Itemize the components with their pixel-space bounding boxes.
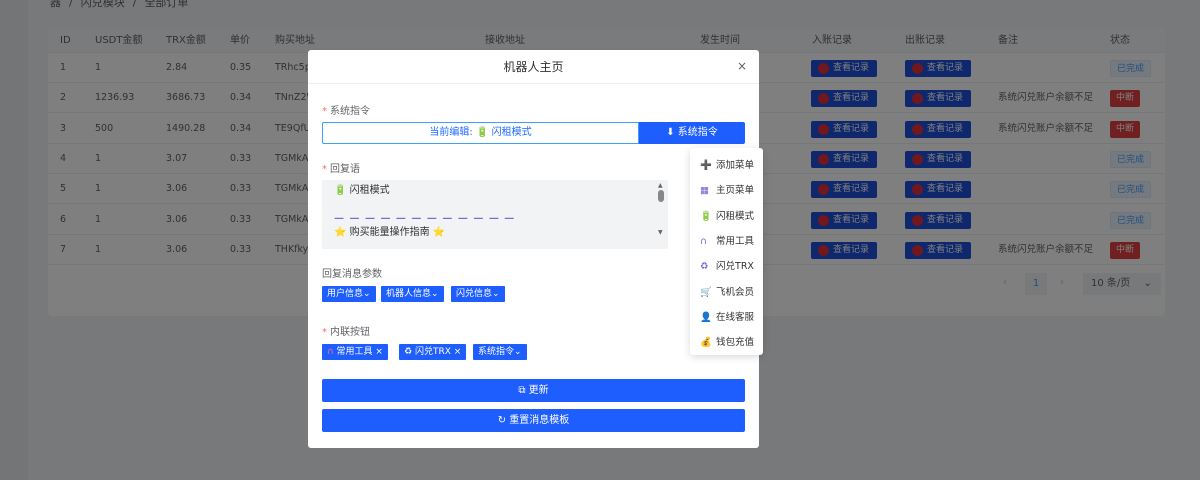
dropdown-item[interactable]: 💰 钱包充值 bbox=[700, 334, 754, 348]
close-icon[interactable]: × bbox=[454, 347, 462, 357]
menu-item-label: 闪租模式 bbox=[716, 210, 755, 222]
dropdown-item[interactable]: 🔋 闪租模式 bbox=[700, 208, 754, 222]
inline-buttons-label: * 内联按钮 bbox=[322, 327, 370, 338]
chevron-down-icon: ⌄ bbox=[363, 289, 371, 299]
button-label: 系统指令 bbox=[677, 127, 718, 138]
menu-item-label: 钱包充值 bbox=[716, 337, 755, 349]
param-swap-info[interactable]: 闪兑信息⌄ bbox=[451, 286, 505, 302]
chevron-down-icon: ⌄ bbox=[431, 289, 439, 299]
dropdown-item[interactable]: ∩ 常用工具 bbox=[700, 233, 754, 247]
param-user-info[interactable]: 用户信息⌄ bbox=[322, 286, 376, 302]
button-label: 重置消息模板 bbox=[509, 415, 570, 426]
menu-item-icon: 👤 bbox=[700, 311, 712, 323]
refresh-icon: ↻ bbox=[497, 415, 507, 426]
reply-textarea[interactable]: 🔋 闪租模式 — — — — — — — — — — — — ⭐ 购买能量操作指… bbox=[322, 180, 668, 249]
menu-item-label: 主页菜单 bbox=[716, 185, 755, 197]
reply-line: 🔋 闪租模式 bbox=[334, 185, 390, 196]
copy-icon: ⧉ bbox=[518, 385, 526, 396]
tag-label: 闪兑信息 bbox=[456, 289, 493, 299]
menu-item-icon: 💰 bbox=[700, 337, 712, 349]
chevron-down-icon: ⌄ bbox=[492, 289, 500, 299]
label-text: 内联按钮 bbox=[330, 327, 370, 338]
menu-item-icon: ➕ bbox=[700, 160, 712, 171]
reply-line: ⭐ 购买能量操作指南 ⭐ bbox=[334, 227, 446, 238]
menu-item-label: 飞机会员 bbox=[716, 286, 755, 298]
close-icon[interactable]: × bbox=[737, 59, 747, 73]
reset-template-button[interactable]: ↻ 重置消息模板 bbox=[322, 409, 745, 432]
textarea-scrollbar[interactable]: ▲ ▼ bbox=[658, 183, 666, 236]
inline-tag-tools[interactable]: ∩ 常用工具 × bbox=[322, 344, 388, 360]
label-text: 回复语 bbox=[330, 164, 360, 175]
arrow-down-icon: ⬇ bbox=[666, 127, 675, 138]
label-text: 系统指令 bbox=[330, 106, 370, 117]
sys-command-label: * 系统指令 bbox=[322, 106, 370, 117]
tag-label: 常用工具 bbox=[336, 347, 373, 357]
reply-divider: — — — — — — — — — — — — bbox=[334, 213, 516, 224]
menu-item-label: 添加菜单 bbox=[716, 160, 755, 171]
reply-label: * 回复语 bbox=[322, 164, 360, 175]
update-button[interactable]: ⧉ 更新 bbox=[322, 379, 745, 402]
tag-label: 机器人信息 bbox=[386, 289, 432, 299]
magnet-icon: ∩ bbox=[327, 347, 334, 357]
menu-item-label: 在线客服 bbox=[716, 311, 755, 323]
menu-item-icon: 🛒 bbox=[700, 286, 712, 298]
menu-item-label: 闪兑TRX bbox=[716, 261, 754, 273]
menu-item-icon: 🔋 bbox=[700, 210, 712, 222]
inline-tag-swap-trx[interactable]: ♻ 闪兑TRX × bbox=[399, 344, 467, 360]
menu-item-icon: ♻ bbox=[700, 261, 709, 273]
system-command-button[interactable]: ⬇ 系统指令 bbox=[639, 122, 745, 144]
inline-add-system-command[interactable]: 系统指令⌄ bbox=[473, 344, 527, 360]
menu-item-label: 常用工具 bbox=[716, 235, 755, 247]
chevron-down-icon: ⌄ bbox=[514, 347, 522, 357]
dialog-title: 机器人主页 bbox=[308, 50, 759, 84]
tag-label: 系统指令 bbox=[478, 347, 515, 357]
dropdown-item[interactable]: 👤 在线客服 bbox=[700, 309, 754, 323]
button-label: 更新 bbox=[528, 385, 549, 396]
recycle-icon: ♻ bbox=[404, 347, 413, 357]
dropdown-item[interactable]: ➕ 添加菜单 bbox=[700, 157, 754, 171]
close-icon[interactable]: × bbox=[375, 347, 383, 357]
menu-item-icon: ∩ bbox=[700, 235, 707, 247]
tag-label: 闪兑TRX bbox=[414, 347, 451, 357]
tag-label: 用户信息 bbox=[327, 289, 364, 299]
dropdown-item[interactable]: 🛒 飞机会员 bbox=[700, 284, 754, 298]
reply-params-label: 回复消息参数 bbox=[322, 269, 382, 280]
system-command-dropdown: ➕ 添加菜单 ▦ 主页菜单 🔋 闪租模式 ∩ 常用工具 ♻ 闪兑TRX 🛒 飞机会员 👤 在… bbox=[690, 148, 763, 355]
dropdown-item[interactable]: ♻ 闪兑TRX bbox=[700, 258, 754, 272]
current-edit-field[interactable]: 当前编辑: 🔋 闪租模式 bbox=[322, 122, 639, 144]
dropdown-item[interactable]: ▦ 主页菜单 bbox=[700, 182, 754, 196]
menu-item-icon: ▦ bbox=[700, 185, 709, 197]
param-robot-info[interactable]: 机器人信息⌄ bbox=[381, 286, 444, 302]
